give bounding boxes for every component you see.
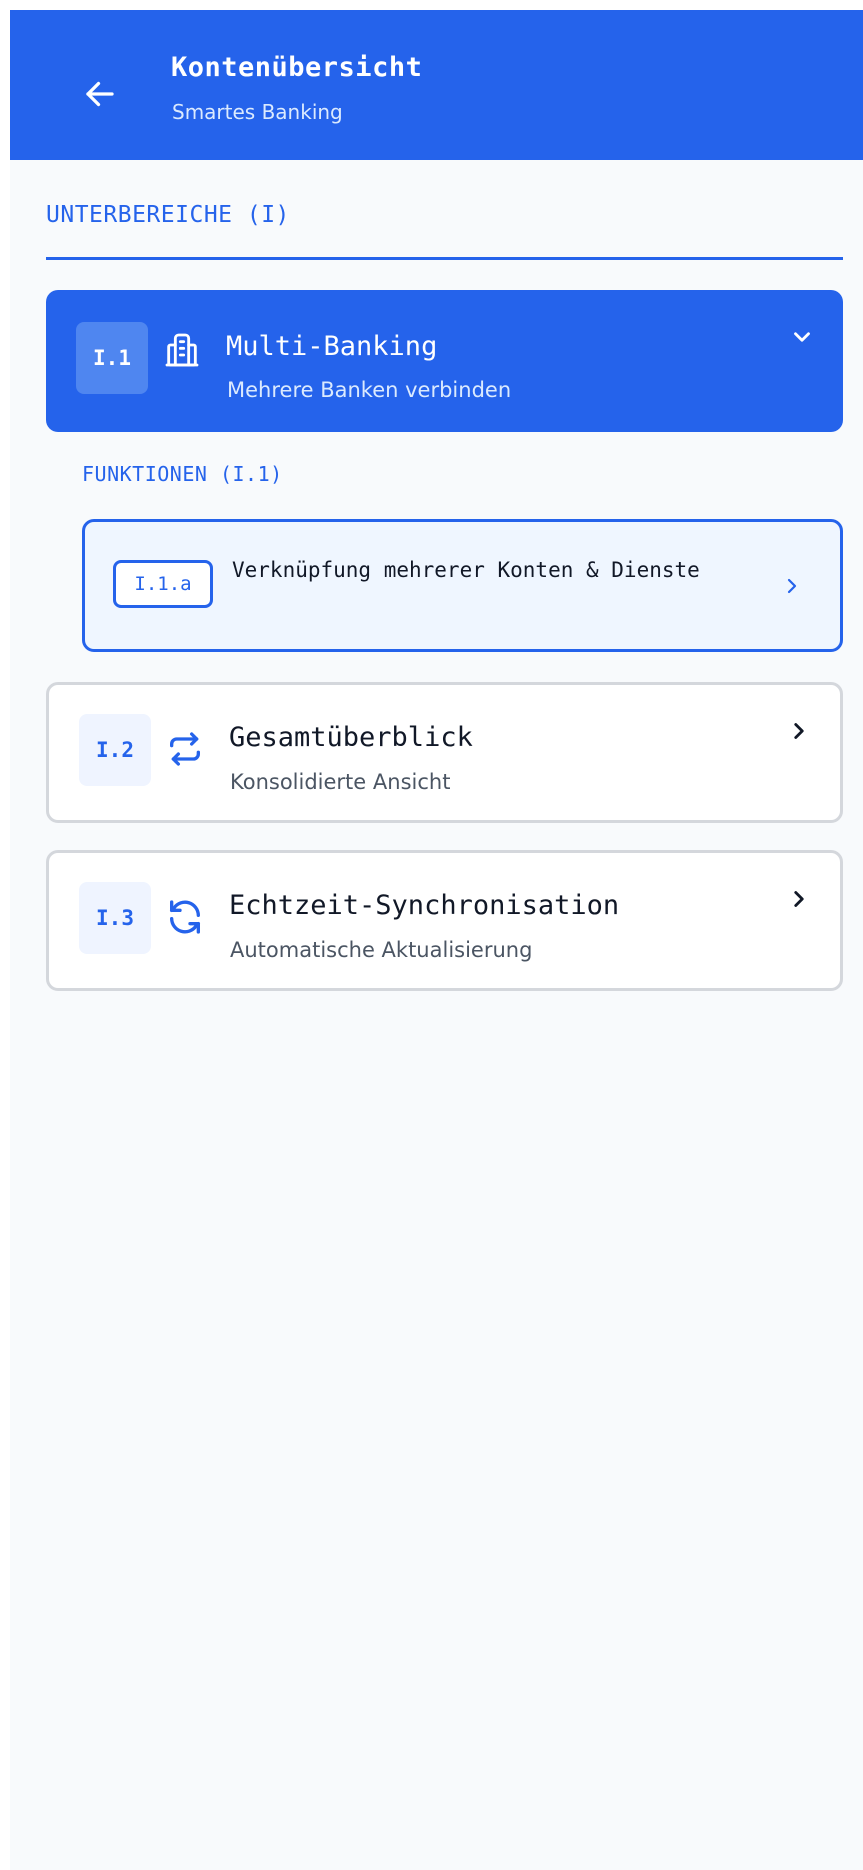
app-frame: Kontenübersicht Smartes Banking UNTERBER… [10,10,863,1870]
section-divider [46,257,843,260]
card-title: Echtzeit-Synchronisation [229,890,620,921]
card-subtitle: Mehrere Banken verbinden [227,378,512,402]
chevron-right-icon [787,578,797,594]
chevron-down-icon[interactable] [789,324,815,350]
page-title: Kontenübersicht [171,52,423,83]
card-subtitle: Automatische Aktualisierung [230,938,533,962]
chevron-right-icon [794,891,804,907]
card-title: Multi-Banking [226,331,438,362]
chevron-right-icon [794,723,804,739]
subsection-card-echtzeit-synchronisation[interactable]: I.3 Echtzeit-Synchronisation Automatisch… [46,850,843,991]
subsection-card-gesamtueberblick[interactable]: I.2 Gesamtüberblick Konsolidierte Ansich… [46,682,843,823]
feature-label: Verknüpfung mehrerer Konten & Dienste [232,558,700,582]
feature-item-verknuepfung[interactable]: I.1.a Verknüpfung mehrerer Konten & Dien… [82,519,843,652]
section-title: UNTERBEREICHE (I) [46,202,290,228]
card-title: Gesamtüberblick [229,722,473,753]
card-code-badge: I.3 [79,882,151,954]
card-code-badge: I.2 [79,714,151,786]
card-subtitle: Konsolidierte Ansicht [230,770,451,794]
page-subtitle: Smartes Banking [172,100,343,124]
sync-icon [170,900,200,934]
features-title: FUNKTIONEN (I.1) [82,462,283,486]
arrows-exchange-icon [170,732,200,766]
feature-code-badge: I.1.a [113,560,213,608]
card-code-badge: I.1 [76,322,148,394]
app-header: Kontenübersicht Smartes Banking [10,10,863,160]
arrow-left-icon [86,81,114,107]
back-button[interactable] [74,68,126,120]
bank-document-icon [165,333,199,367]
subsection-card-multi-banking[interactable]: I.1 Multi-Banking Mehrere Banken verbind… [46,290,843,432]
